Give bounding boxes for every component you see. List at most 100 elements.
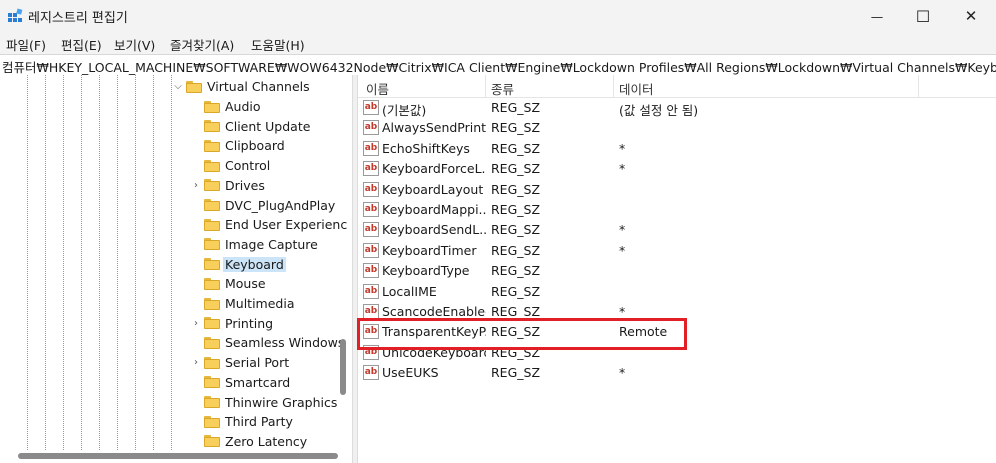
tree-item[interactable]: › Printing	[190, 314, 275, 333]
tree-guide-line	[135, 75, 136, 450]
tree-guide-line	[27, 75, 28, 450]
address-bar[interactable]: 컴퓨터₩HKEY_LOCAL_MACHINE₩SOFTWARE₩WOW6432N…	[0, 54, 996, 76]
value-name: KeyboardTimer	[382, 242, 477, 258]
folder-icon	[204, 199, 220, 211]
tree-item-label: Thinwire Graphics	[225, 394, 338, 410]
minimize-icon: —	[870, 8, 884, 24]
chevron-down-icon[interactable]: ⌵	[172, 81, 184, 92]
value-row[interactable]: abAlwaysSendPrint... REG_SZ	[358, 118, 996, 138]
tree-item[interactable]: Multimedia	[190, 294, 297, 313]
value-row[interactable]: ab LocalIME REG_SZ	[358, 282, 996, 302]
tree-item[interactable]: Smartcard	[190, 373, 292, 392]
tree-vertical-scrollbar[interactable]	[340, 339, 346, 395]
value-row[interactable]: ab KeyboardTimer REG_SZ *	[358, 241, 996, 261]
string-value-icon: ab	[363, 181, 379, 197]
folder-icon	[204, 376, 220, 389]
tree-item-label: Keyboard	[223, 256, 286, 272]
value-name: KeyboardLayout	[382, 181, 484, 197]
column-type-header[interactable]: 종류	[491, 79, 514, 98]
chevron-right-icon[interactable]: ›	[190, 357, 202, 368]
tree-item-label: Seamless Windows	[225, 335, 345, 351]
value-name: EchoShiftKeys	[382, 140, 470, 156]
value-row[interactable]: ab (기본값) REG_SZ (값 설정 안 됨)	[358, 98, 996, 118]
menu-favorites[interactable]: 즐겨찾기(A)	[170, 35, 234, 54]
folder-icon	[186, 80, 202, 93]
tree-guide-line	[171, 75, 172, 450]
tree-item[interactable]: Zero Latency	[190, 432, 309, 451]
value-name: KeyboardSendL...	[382, 222, 486, 238]
tree-item[interactable]: Third Party	[190, 412, 295, 431]
tree-item[interactable]: Mouse	[190, 274, 268, 293]
folder-icon	[204, 356, 220, 369]
title-bar: 레지스트리 편집기 — ☐ ✕	[0, 0, 996, 32]
value-type: REG_SZ	[491, 100, 541, 115]
menu-help[interactable]: 도움말(H)	[251, 35, 305, 54]
tree-guide-line	[117, 75, 118, 450]
value-row[interactable]: ab KeyboardMappi... REG_SZ	[358, 200, 996, 220]
minimize-button[interactable]: —	[854, 0, 900, 32]
string-value-icon: ab	[363, 120, 379, 136]
tree-item[interactable]: Clipboard	[190, 136, 287, 155]
tree-item[interactable]: DVC_PlugAndPlay	[190, 196, 337, 215]
menu-bar: 파일(F) 편집(E) 보기(V) 즐겨찾기(A) 도움말(H)	[0, 32, 996, 54]
tree-item[interactable]: Seamless Windows	[190, 333, 346, 352]
folder-icon	[204, 120, 220, 133]
value-data: *	[619, 242, 626, 258]
value-type: REG_SZ	[491, 283, 541, 299]
value-row[interactable]: ab EchoShiftKeys REG_SZ *	[358, 139, 996, 159]
column-divider[interactable]	[613, 75, 614, 97]
maximize-button[interactable]: ☐	[900, 0, 946, 32]
tree-item[interactable]: Image Capture	[190, 235, 320, 254]
tree-item-label: Virtual Channels	[207, 79, 310, 94]
value-row[interactable]: ab KeyboardLayout REG_SZ	[358, 180, 996, 200]
tree-item[interactable]: Audio	[190, 97, 263, 116]
tree-item-label: Zero Latency	[225, 433, 308, 449]
tree-item-label: Printing	[225, 315, 274, 331]
value-row[interactable]: ab UseEUKS REG_SZ *	[358, 363, 996, 383]
folder-icon	[204, 435, 220, 448]
column-data-header[interactable]: 데이터	[619, 79, 654, 98]
value-row[interactable]: ab KeyboardSendL... REG_SZ *	[358, 220, 996, 240]
menu-file[interactable]: 파일(F)	[6, 35, 46, 54]
folder-icon	[204, 159, 220, 172]
menu-edit[interactable]: 편집(E)	[61, 35, 102, 54]
tree-guide-line	[153, 75, 154, 450]
chevron-right-icon[interactable]: ›	[190, 318, 202, 329]
tree-item[interactable]: Control	[190, 156, 272, 175]
tree-item-virtual-channels[interactable]: ⌵ Virtual Channels	[172, 77, 312, 96]
string-value-icon: ab	[363, 161, 379, 177]
value-name: LocalIME	[382, 283, 437, 299]
tree-item[interactable]: End User Experienc	[190, 215, 349, 234]
tree-guide-line	[45, 75, 46, 450]
tree-item[interactable]: Thinwire Graphics	[190, 393, 339, 412]
value-data: *	[619, 365, 626, 381]
tree-horizontal-scrollbar[interactable]	[18, 453, 338, 459]
value-name: KeyboardType	[382, 263, 470, 279]
tree-guide-line	[63, 75, 64, 450]
folder-icon	[204, 139, 220, 152]
value-list: 이름 종류 데이터 ab (기본값) REG_SZ (값 설정 안 됨) ab Alway…	[358, 75, 996, 463]
tree-item[interactable]: › Serial Port	[190, 353, 291, 372]
value-row[interactable]: ab KeyboardType REG_SZ	[358, 261, 996, 281]
value-data: *	[619, 140, 626, 156]
value-type: REG_SZ	[491, 120, 541, 136]
value-name: AlwaysSendPrint...	[382, 120, 486, 136]
tree-item-label: Third Party	[225, 414, 293, 430]
value-row[interactable]: ab KeyboardForceL... REG_SZ *	[358, 159, 996, 179]
close-button[interactable]: ✕	[948, 0, 994, 32]
string-value-icon: ab	[363, 242, 379, 258]
tree-item-label: Image Capture	[225, 236, 318, 252]
menu-view[interactable]: 보기(V)	[114, 35, 155, 54]
chevron-right-icon[interactable]: ›	[190, 180, 202, 191]
tree-item-label: Smartcard	[225, 374, 291, 390]
tree-item[interactable]: Keyboard	[190, 255, 286, 274]
value-name: KeyboardMappi...	[382, 202, 486, 217]
column-divider[interactable]	[918, 75, 919, 97]
list-header: 이름 종류 데이터	[358, 75, 996, 98]
column-name-header[interactable]: 이름	[366, 79, 389, 98]
value-data: (값 설정 안 됨)	[619, 103, 699, 118]
tree-item[interactable]: Client Update	[190, 117, 312, 136]
tree-item-label: Clipboard	[225, 138, 285, 154]
tree-item[interactable]: › Drives	[190, 176, 267, 195]
column-divider[interactable]	[485, 75, 486, 97]
